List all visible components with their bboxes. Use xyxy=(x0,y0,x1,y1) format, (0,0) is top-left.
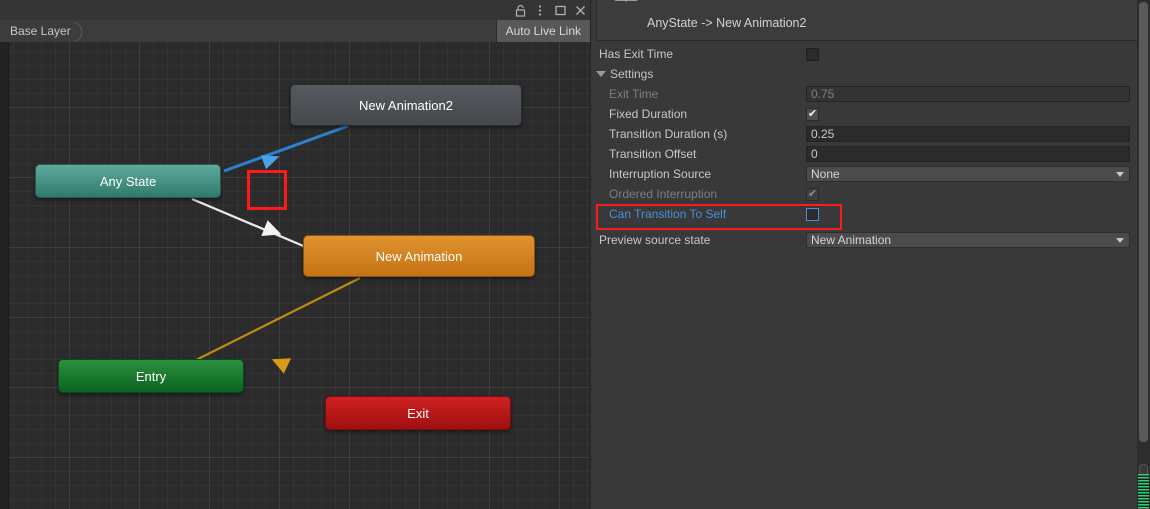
inspector-scrollbar[interactable] xyxy=(1137,0,1150,462)
breadcrumb-item-base-layer[interactable]: Base Layer xyxy=(0,20,75,42)
row-label: Fixed Duration xyxy=(591,107,806,121)
state-machine-canvas[interactable]: New Animation2 Any State New Animation E… xyxy=(0,42,590,509)
window-titlebar xyxy=(0,0,590,20)
state-node-label: Any State xyxy=(100,174,156,189)
row-label: Interruption Source xyxy=(591,167,806,181)
scrollbar-thumb[interactable] xyxy=(1139,2,1148,442)
row-label: Has Exit Time xyxy=(591,47,806,61)
breadcrumb-bar: Base Layer Auto Live Link xyxy=(0,20,590,42)
row-exit-time: Exit Time 0.75 xyxy=(591,84,1150,104)
row-interruption-source[interactable]: Interruption Source None xyxy=(591,164,1150,184)
state-node-label: Exit xyxy=(407,406,429,421)
breadcrumb-chevron-icon xyxy=(75,20,89,42)
state-node-label: New Animation2 xyxy=(359,98,453,113)
menu-icon[interactable] xyxy=(530,0,550,20)
state-node-any-state[interactable]: Any State xyxy=(35,164,221,198)
row-label: Transition Duration (s) xyxy=(591,127,806,141)
row-label: Can Transition To Self xyxy=(591,207,806,221)
exit-time-field: 0.75 xyxy=(806,86,1130,102)
ordered-interruption-checkbox xyxy=(806,188,819,201)
close-icon[interactable] xyxy=(570,0,590,20)
row-can-transition-to-self[interactable]: Can Transition To Self xyxy=(591,204,1150,224)
preview-scrollbar[interactable] xyxy=(1137,462,1150,509)
row-ordered-interruption: Ordered Interruption xyxy=(591,184,1150,204)
row-label: Preview source state xyxy=(591,233,806,247)
state-node-label: Entry xyxy=(136,369,166,384)
row-fixed-duration[interactable]: Fixed Duration xyxy=(591,104,1150,124)
auto-live-link-label: Auto Live Link xyxy=(506,24,581,38)
lock-icon[interactable] xyxy=(510,0,530,20)
settings-foldout-label: Settings xyxy=(610,67,653,81)
state-node-entry[interactable]: Entry xyxy=(58,359,244,393)
row-label: Transition Offset xyxy=(591,147,806,161)
state-node-exit[interactable]: Exit xyxy=(325,396,511,430)
row-transition-duration[interactable]: Transition Duration (s) 0.25 xyxy=(591,124,1150,144)
transition-duration-field[interactable]: 0.25 xyxy=(806,126,1130,142)
fixed-duration-checkbox[interactable] xyxy=(806,108,819,121)
auto-live-link-button[interactable]: Auto Live Link xyxy=(496,20,590,42)
animator-window: Base Layer Auto Live Link New Animation2 xyxy=(0,0,1150,509)
row-has-exit-time[interactable]: Has Exit Time xyxy=(591,44,1150,64)
preview-source-state-dropdown[interactable]: New Animation xyxy=(806,232,1130,248)
settings-foldout[interactable]: Settings xyxy=(591,64,1150,84)
row-label: Exit Time xyxy=(591,87,806,101)
state-node-new-animation2[interactable]: New Animation2 xyxy=(290,84,522,126)
animator-graph-panel: Base Layer Auto Live Link New Animation2 xyxy=(0,0,590,509)
interruption-source-value: None xyxy=(811,167,840,181)
can-transition-to-self-checkbox[interactable] xyxy=(806,208,819,221)
row-label: Ordered Interruption xyxy=(591,187,806,201)
preview-source-state-value: New Animation xyxy=(811,233,891,247)
transition-offset-field[interactable]: 0 xyxy=(806,146,1130,162)
transition-properties: Has Exit Time Settings Exit Time 0.75 Fi… xyxy=(591,44,1150,250)
breadcrumb-label: Base Layer xyxy=(10,24,71,38)
maximize-icon[interactable] xyxy=(550,0,570,20)
chevron-down-icon xyxy=(596,71,606,77)
row-preview-source-state[interactable]: Preview source state New Animation xyxy=(591,230,1150,250)
chevron-down-icon xyxy=(1116,238,1124,243)
transition-highlight-annotation xyxy=(247,170,287,210)
transition-icon xyxy=(611,0,641,12)
interruption-source-dropdown[interactable]: None xyxy=(806,166,1130,182)
chevron-down-icon xyxy=(1116,172,1124,177)
audio-level-meter xyxy=(1138,474,1149,509)
has-exit-time-checkbox[interactable] xyxy=(806,48,819,61)
inspector-title: AnyState -> New Animation2 xyxy=(647,16,806,30)
inspector-header: AnyState -> New Animation2 xyxy=(596,0,1144,41)
row-transition-offset[interactable]: Transition Offset 0 xyxy=(591,144,1150,164)
state-node-label: New Animation xyxy=(376,249,463,264)
transition-inspector-panel: AnyState -> New Animation2 Has Exit Time… xyxy=(590,0,1150,509)
state-node-new-animation[interactable]: New Animation xyxy=(303,235,535,277)
